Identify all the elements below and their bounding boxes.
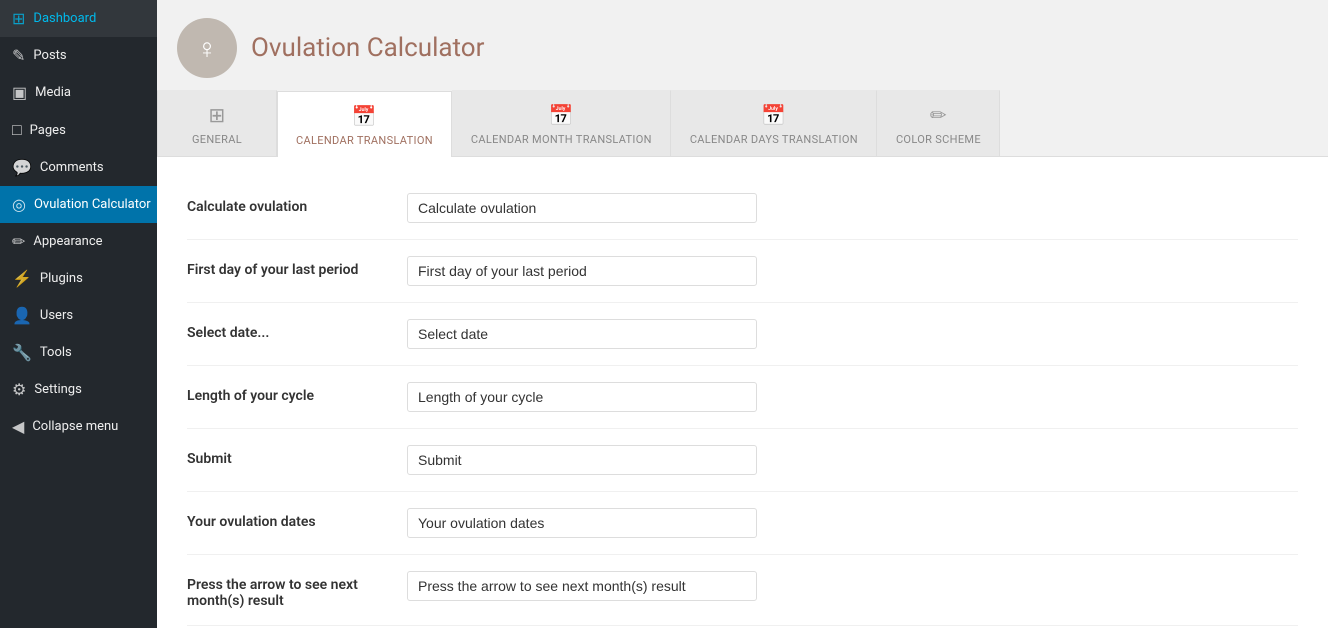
- sidebar-label-users: Users: [40, 308, 73, 323]
- sidebar-item-users[interactable]: 👤 Users: [0, 297, 157, 334]
- sidebar-icon-dashboard: ⊞: [12, 9, 25, 28]
- tabs-bar: ⊞ GENERAL 📅 CALENDAR TRANSLATION 📅 CALENDAR M…: [157, 90, 1328, 157]
- sidebar-icon-media: ▣: [12, 83, 27, 102]
- form-input-select-date[interactable]: [407, 319, 757, 349]
- sidebar-label-comments: Comments: [40, 160, 104, 175]
- form-input-first-day-last-period[interactable]: [407, 256, 757, 286]
- sidebar-label-appearance: Appearance: [33, 234, 102, 249]
- tab-calendar-month-translation[interactable]: 📅 CALENDAR MONTH TRANSLATION: [452, 90, 671, 156]
- tab-icon-calendar-translation: 📅: [352, 104, 377, 128]
- main-content: ♀ Ovulation Calculator ⊞ GENERAL 📅 CALENDAR…: [157, 0, 1328, 628]
- form-row-calculate-ovulation: Calculate ovulation: [187, 177, 1298, 240]
- form-label-length-of-cycle: Length of your cycle: [187, 382, 407, 404]
- form-label-first-day-last-period: First day of your last period: [187, 256, 407, 278]
- sidebar-label-settings: Settings: [34, 382, 81, 397]
- form-field-calculate-ovulation: [407, 193, 1298, 223]
- form-row-submit: Submit: [187, 429, 1298, 492]
- sidebar-label-tools: Tools: [40, 345, 72, 360]
- form-input-ovulation-dates[interactable]: [407, 508, 757, 538]
- form-label-submit: Submit: [187, 445, 407, 467]
- form-label-press-arrow: Press the arrow to see next month(s) res…: [187, 571, 407, 609]
- sidebar-item-media[interactable]: ▣ Media: [0, 74, 157, 111]
- tab-calendar-days-translation[interactable]: 📅 CALENDAR DAYS TRANSLATION: [671, 90, 877, 156]
- tab-icon-calendar-days-translation: 📅: [761, 103, 786, 127]
- sidebar-icon-posts: ✎: [12, 46, 25, 65]
- form-row-ovulation-dates: Your ovulation dates: [187, 492, 1298, 555]
- sidebar-icon-plugins: ⚡: [12, 269, 32, 288]
- form-input-press-arrow[interactable]: [407, 571, 757, 601]
- sidebar-item-ovulation-calculator[interactable]: ◎ Ovulation Calculator: [0, 186, 157, 223]
- tab-label-calendar-days-translation: CALENDAR DAYS TRANSLATION: [690, 133, 858, 146]
- sidebar-item-pages[interactable]: □ Pages: [0, 111, 157, 149]
- sidebar-icon-tools: 🔧: [12, 343, 32, 362]
- content-area: Calculate ovulation First day of your la…: [157, 157, 1328, 628]
- content-inner: Calculate ovulation First day of your la…: [157, 157, 1328, 628]
- form-field-press-arrow: [407, 571, 1298, 601]
- sidebar-icon-settings: ⚙: [12, 380, 26, 399]
- form-input-length-of-cycle[interactable]: [407, 382, 757, 412]
- form-label-ovulation-dates: Your ovulation dates: [187, 508, 407, 530]
- sidebar-label-media: Media: [35, 85, 71, 100]
- form-field-first-day-last-period: [407, 256, 1298, 286]
- tab-icon-general: ⊞: [208, 103, 225, 127]
- form-input-calculate-ovulation[interactable]: [407, 193, 757, 223]
- tab-label-color-scheme: COLOR SCHEME: [896, 133, 981, 146]
- tab-general[interactable]: ⊞ GENERAL: [157, 90, 277, 156]
- sidebar-icon-ovulation-calculator: ◎: [12, 195, 26, 214]
- tab-label-calendar-translation: CALENDAR TRANSLATION: [296, 134, 433, 147]
- plugin-icon: ♀: [177, 18, 237, 78]
- tab-label-general: GENERAL: [192, 133, 242, 146]
- page-header: ♀ Ovulation Calculator: [157, 0, 1328, 90]
- sidebar-item-comments[interactable]: 💬 Comments: [0, 149, 157, 186]
- sidebar-label-dashboard: Dashboard: [33, 11, 96, 26]
- form-field-length-of-cycle: [407, 382, 1298, 412]
- tab-calendar-translation[interactable]: 📅 CALENDAR TRANSLATION: [277, 91, 452, 157]
- sidebar-item-tools[interactable]: 🔧 Tools: [0, 334, 157, 371]
- sidebar-icon-appearance: ✏: [12, 232, 25, 251]
- sidebar-label-plugins: Plugins: [40, 271, 83, 286]
- sidebar-label-pages: Pages: [30, 123, 66, 138]
- sidebar-icon-pages: □: [12, 120, 22, 140]
- sidebar-icon-users: 👤: [12, 306, 32, 325]
- sidebar-item-settings[interactable]: ⚙ Settings: [0, 371, 157, 408]
- form-field-submit: [407, 445, 1298, 475]
- sidebar-icon-collapse: ◀: [12, 417, 24, 436]
- form-label-select-date: Select date...: [187, 319, 407, 341]
- sidebar-item-collapse[interactable]: ◀ Collapse menu: [0, 408, 157, 445]
- tab-icon-color-scheme: ✏: [930, 103, 947, 127]
- tab-color-scheme[interactable]: ✏ COLOR SCHEME: [877, 90, 1000, 156]
- sidebar-item-posts[interactable]: ✎ Posts: [0, 37, 157, 74]
- page-title: Ovulation Calculator: [251, 33, 484, 63]
- sidebar-item-appearance[interactable]: ✏ Appearance: [0, 223, 157, 260]
- form-field-ovulation-dates: [407, 508, 1298, 538]
- sidebar-label-posts: Posts: [33, 48, 66, 63]
- sidebar-item-plugins[interactable]: ⚡ Plugins: [0, 260, 157, 297]
- tab-icon-calendar-month-translation: 📅: [549, 103, 574, 127]
- form-label-calculate-ovulation: Calculate ovulation: [187, 193, 407, 215]
- sidebar-label-collapse: Collapse menu: [32, 419, 118, 434]
- form-input-submit[interactable]: [407, 445, 757, 475]
- sidebar: ⊞ Dashboard ✎ Posts ▣ Media □ Pages 💬 Comments ◎ Ov…: [0, 0, 157, 628]
- tab-label-calendar-month-translation: CALENDAR MONTH TRANSLATION: [471, 133, 652, 146]
- form-row-length-of-cycle: Length of your cycle: [187, 366, 1298, 429]
- sidebar-item-dashboard[interactable]: ⊞ Dashboard: [0, 0, 157, 37]
- form-row-press-arrow: Press the arrow to see next month(s) res…: [187, 555, 1298, 626]
- sidebar-label-ovulation-calculator: Ovulation Calculator: [34, 197, 151, 212]
- form-field-select-date: [407, 319, 1298, 349]
- form-row-select-date: Select date...: [187, 303, 1298, 366]
- form-row-first-day-last-period: First day of your last period: [187, 240, 1298, 303]
- sidebar-icon-comments: 💬: [12, 158, 32, 177]
